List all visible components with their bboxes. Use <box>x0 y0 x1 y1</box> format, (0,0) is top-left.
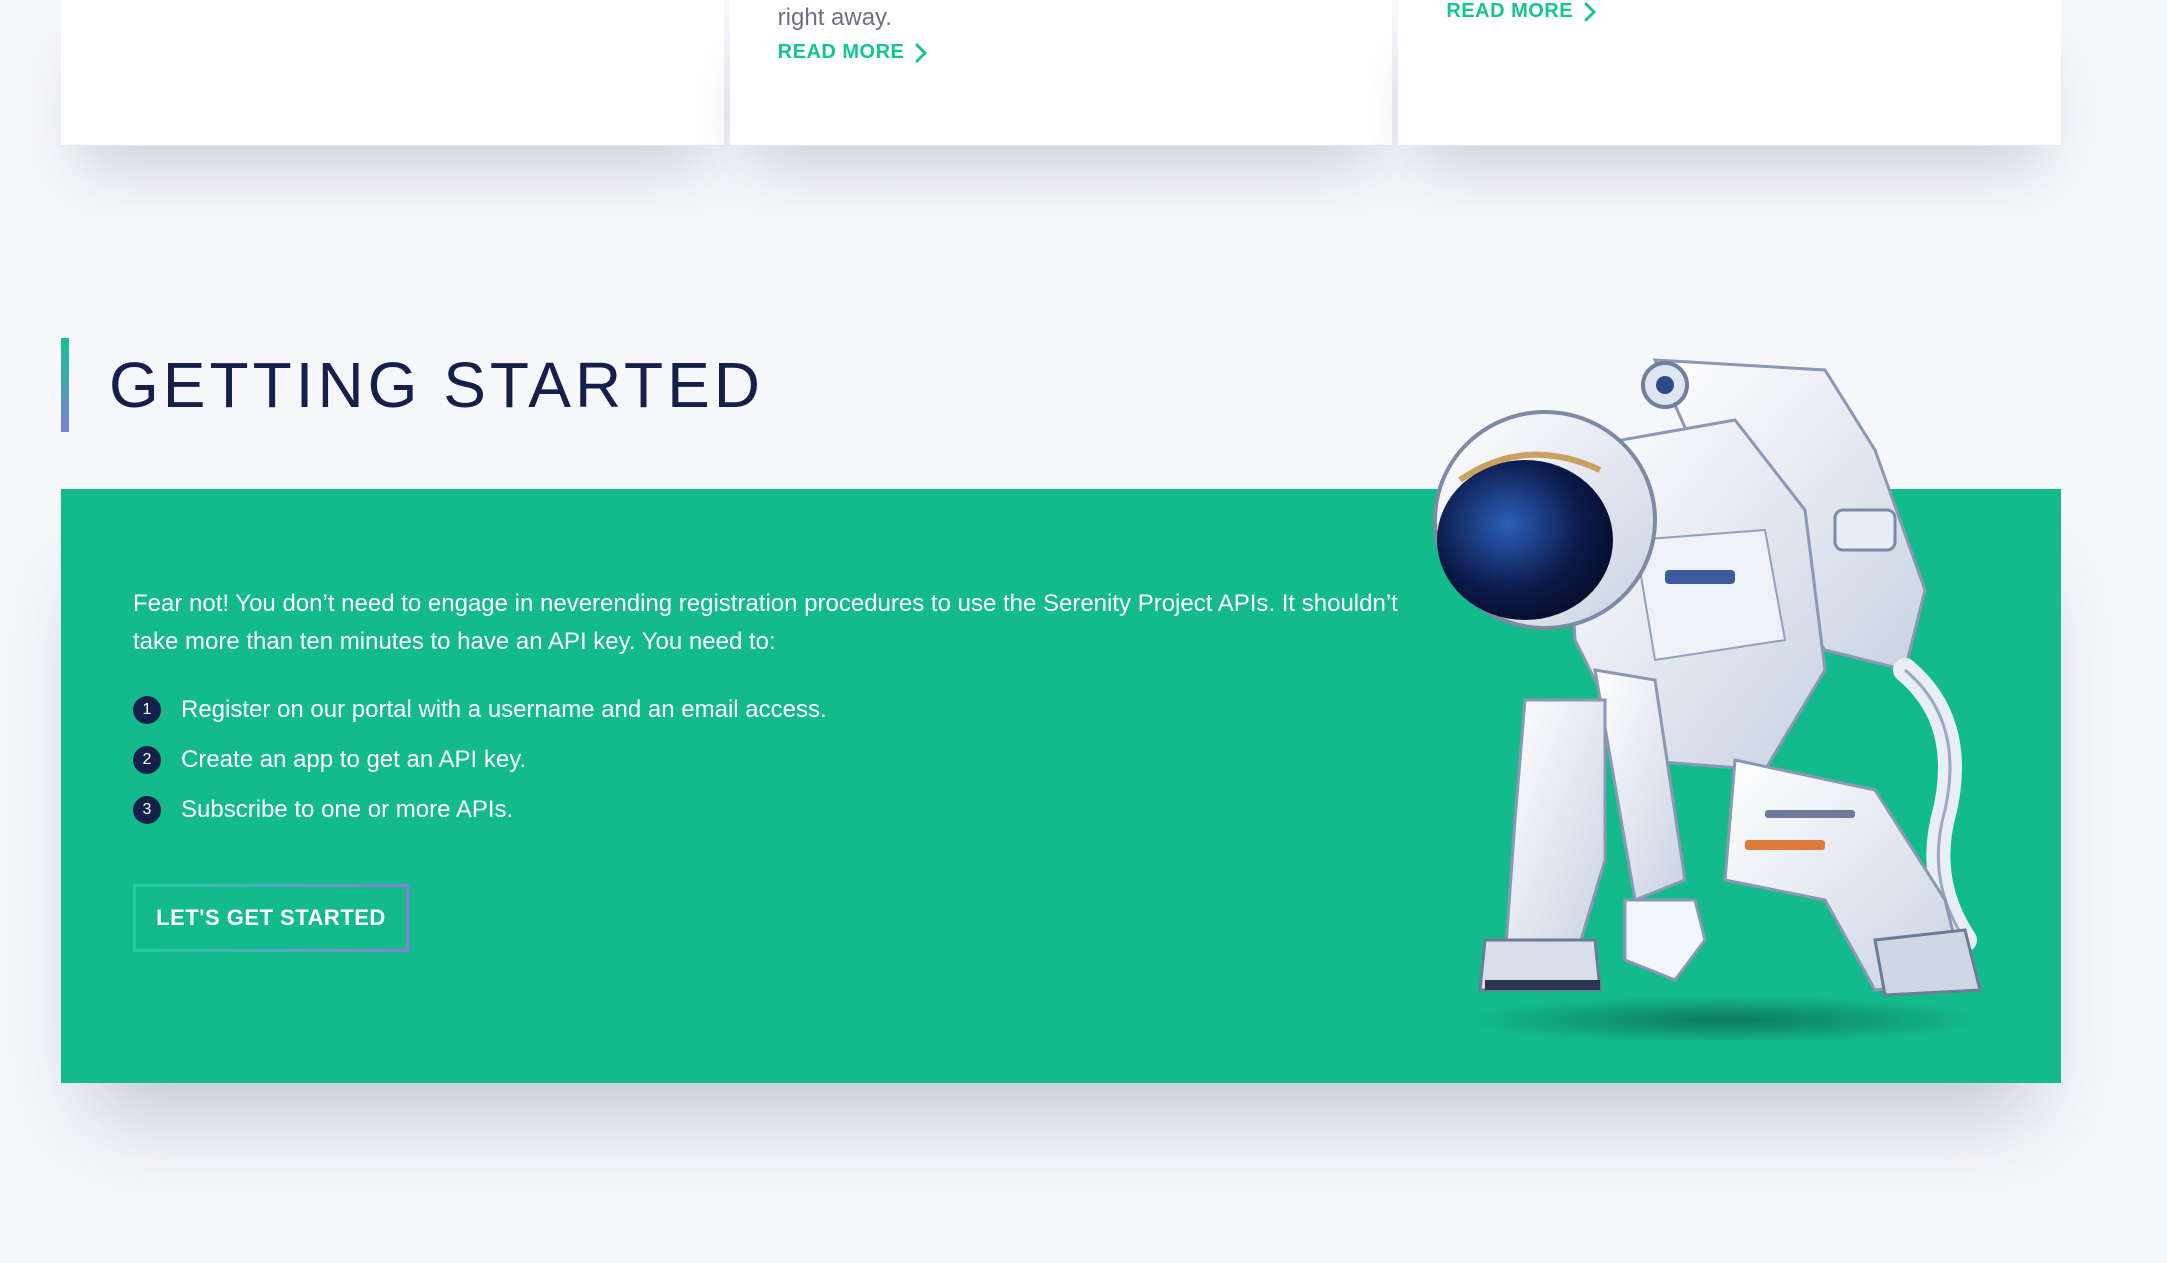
step-number-badge: 1 <box>133 696 161 724</box>
read-more-label: READ MORE <box>777 41 905 63</box>
step-text: Register on our portal with a username a… <box>181 696 827 723</box>
lets-get-started-button[interactable]: LET'S GET STARTED <box>133 884 409 952</box>
feature-card <box>61 0 724 146</box>
steps-list: 1 Register on our portal with a username… <box>133 685 827 835</box>
chevron-right-icon <box>915 43 927 62</box>
list-item: 3 Subscribe to one or more APIs. <box>133 785 827 835</box>
step-text: Subscribe to one or more APIs. <box>181 796 514 823</box>
section-heading: GETTING STARTED <box>61 338 764 432</box>
step-number-badge: 2 <box>133 746 161 774</box>
step-text: Create an app to get an API key. <box>181 746 527 773</box>
read-more-label: READ MORE <box>1446 0 1574 22</box>
heading-accent-bar <box>61 338 69 432</box>
section-title: GETTING STARTED <box>109 349 764 421</box>
feature-card: READ MORE <box>1398 0 2062 146</box>
card-description: right away. <box>777 4 892 31</box>
list-item: 1 Register on our portal with a username… <box>133 685 827 735</box>
step-number-badge: 3 <box>133 796 161 824</box>
list-item: 2 Create an app to get an API key. <box>133 735 827 785</box>
read-more-link[interactable]: READ MORE <box>1446 0 1597 23</box>
feature-cards-row: right away. READ MORE READ MORE <box>61 0 2062 146</box>
astronaut-illustration <box>1433 358 1985 1040</box>
chevron-right-icon <box>1584 2 1596 21</box>
read-more-link[interactable]: READ MORE <box>778 41 929 64</box>
feature-card: right away. READ MORE <box>729 0 1393 146</box>
intro-text: Fear not! You don’t need to engage in ne… <box>133 590 1398 655</box>
